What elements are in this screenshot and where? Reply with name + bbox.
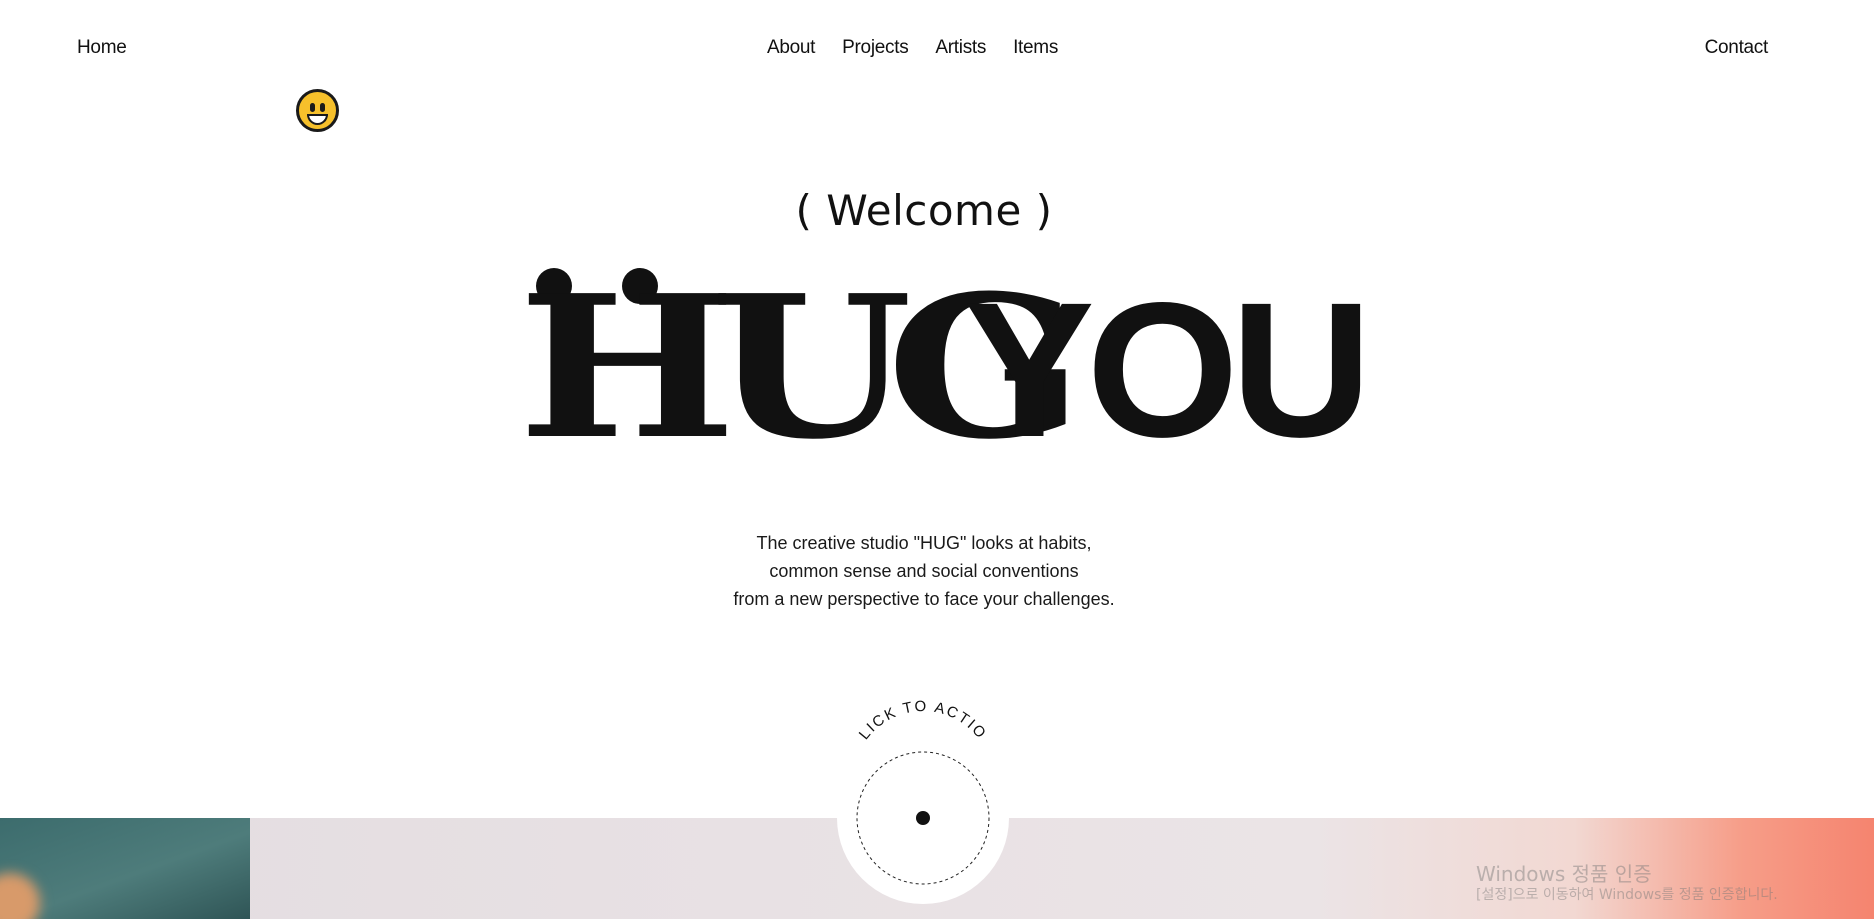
nav-artists-link[interactable]: Artists	[935, 37, 986, 59]
nav-items-link[interactable]: Items	[1013, 37, 1058, 59]
description-line: The creative studio "HUG" looks at habit…	[756, 533, 1092, 553]
nav-about-link[interactable]: About	[767, 37, 815, 59]
strip-teal-image	[0, 818, 250, 919]
click-to-action-button[interactable]: CLICK TO ACTION	[837, 700, 1009, 905]
windows-activation-title: Windows 정품 인증	[1476, 862, 1652, 886]
hero-headline: HUG YOU	[518, 260, 1372, 466]
nav-home-link[interactable]: Home	[77, 37, 127, 59]
hero-description: The creative studio "HUG" looks at habit…	[0, 529, 1848, 613]
nav-projects-link[interactable]: Projects	[842, 37, 909, 59]
windows-activation-subtitle: [설정]으로 이동하여 Windows를 정품 인증합니다.	[1476, 887, 1778, 903]
page: Home About Projects Artists Items Contac…	[0, 0, 1874, 919]
welcome-heading: ( Welcome )	[795, 186, 1053, 235]
cta-center-dot	[916, 811, 930, 825]
emoji-right-eye	[320, 103, 325, 112]
description-line: from a new perspective to face your chal…	[733, 589, 1115, 609]
emoji-mouth	[307, 114, 328, 125]
cta-graphic: CLICK TO ACTION	[837, 700, 1009, 904]
description-line: common sense and social conventions	[769, 561, 1079, 581]
nav-contact-link[interactable]: Contact	[1705, 37, 1769, 59]
headline-you: YOU	[964, 262, 1372, 477]
grinning-face-icon	[296, 89, 339, 132]
emoji-left-eye	[310, 103, 315, 112]
main-nav: About Projects Artists Items	[767, 37, 1058, 59]
